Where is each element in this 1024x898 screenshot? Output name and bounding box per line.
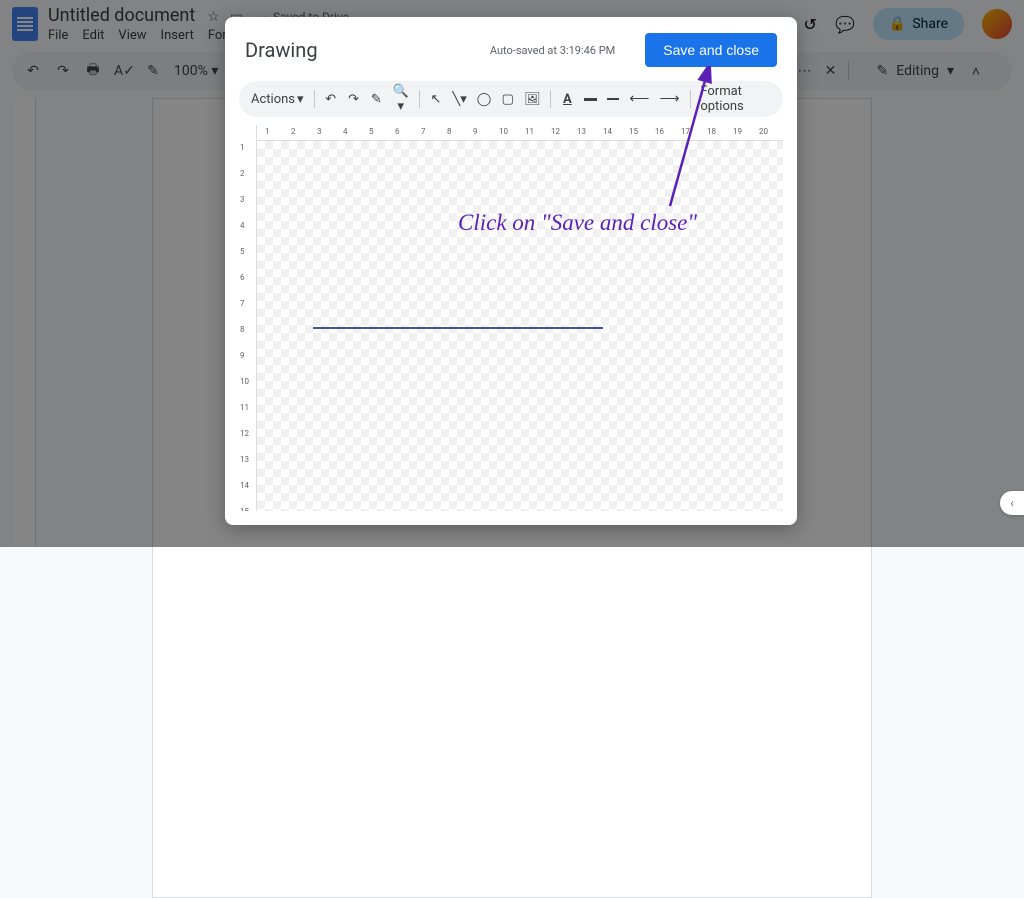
- undo-icon[interactable]: ↶: [324, 92, 337, 107]
- line-color-icon[interactable]: A: [561, 92, 574, 107]
- line-dash-icon[interactable]: [607, 98, 620, 100]
- actions-menu[interactable]: Actions▾: [251, 92, 304, 107]
- textbox-icon[interactable]: ▢: [501, 92, 514, 107]
- drawn-line-shape[interactable]: [313, 327, 603, 329]
- side-panel-toggle[interactable]: ‹: [1000, 491, 1024, 515]
- separator: [550, 90, 551, 108]
- line-tool-icon[interactable]: ╲▾: [452, 92, 466, 107]
- image-icon[interactable]: 🖼: [524, 92, 540, 107]
- drawing-toolbar: Actions▾ ↶ ↷ ✎ 🔍▾ ↖ ╲▾ ◯ ▢ 🖼 A ⟵ ⟶ Forma…: [239, 81, 783, 117]
- shape-tool-icon[interactable]: ◯: [477, 92, 492, 107]
- zoom-icon[interactable]: 🔍▾: [393, 84, 409, 114]
- separator: [690, 90, 691, 108]
- drawing-canvas[interactable]: [257, 141, 783, 511]
- separator: [314, 90, 315, 108]
- autosave-status: Auto-saved at 3:19:46 PM: [490, 44, 615, 57]
- horizontal-ruler: 123456789101112131415161718192021: [257, 125, 783, 141]
- dialog-title: Drawing: [245, 38, 318, 62]
- format-options-button[interactable]: Format options: [700, 84, 771, 114]
- separator: [419, 90, 420, 108]
- line-end-icon[interactable]: ⟶: [659, 91, 679, 107]
- line-start-icon[interactable]: ⟵: [629, 91, 649, 107]
- drawing-dialog: Drawing Auto-saved at 3:19:46 PM Save an…: [225, 17, 797, 525]
- line-weight-icon[interactable]: [584, 98, 597, 101]
- vertical-ruler: 123456789101112131415: [239, 125, 257, 511]
- select-icon[interactable]: ↖: [430, 92, 443, 107]
- save-and-close-button[interactable]: Save and close: [645, 33, 777, 67]
- paint-format-icon[interactable]: ✎: [370, 92, 383, 107]
- redo-icon[interactable]: ↷: [347, 92, 360, 107]
